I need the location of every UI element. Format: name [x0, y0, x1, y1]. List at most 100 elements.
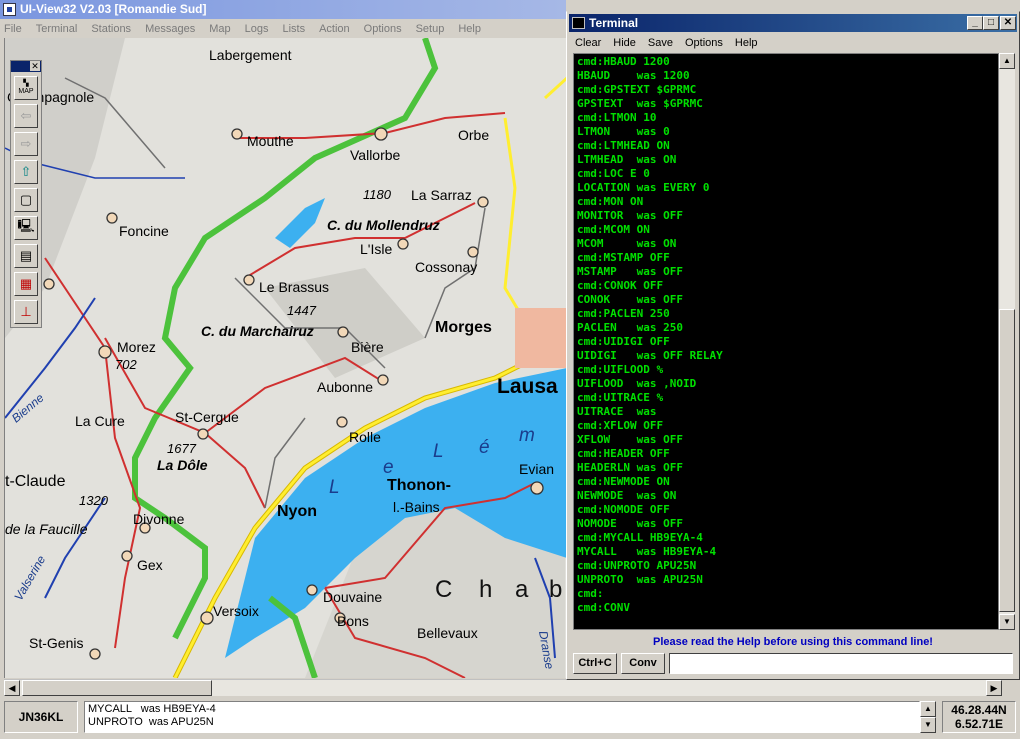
status-bar: JN36KL MYCALL was HB9EYA-4 UNPROTO was A…	[0, 697, 1020, 739]
terminal-line: cmd:LTMHEAD ON	[577, 139, 670, 152]
terminal-line: NOMODE was OFF	[577, 517, 683, 530]
alt-702: 702	[115, 357, 137, 372]
place-morges: Morges	[435, 319, 492, 336]
toolbar-title-bar[interactable]: ✕	[11, 61, 41, 72]
terminal-line: UIFLOOD was ,NOID	[577, 377, 697, 390]
computer-button[interactable]: 🖳	[14, 216, 38, 240]
terminal-scroll-thumb[interactable]	[999, 309, 1015, 612]
alt-1180: 1180	[363, 187, 391, 202]
menu-help[interactable]: Help	[451, 23, 488, 35]
back-button[interactable]: ⇦	[14, 104, 38, 128]
minimize-icon[interactable]: _	[967, 16, 983, 30]
log-scroll-down-icon[interactable]: ▼	[920, 717, 936, 733]
place-rolle: Rolle	[349, 429, 381, 445]
antenna-icon: ⊥	[20, 304, 32, 319]
log-scroll-up-icon[interactable]: ▲	[920, 701, 936, 717]
forward-button[interactable]: ⇨	[14, 132, 38, 156]
menu-options[interactable]: Options	[357, 23, 409, 35]
terminal-title-bar[interactable]: Terminal _ □ ✕	[569, 14, 1017, 32]
terminal-line: cmd:	[577, 587, 604, 600]
terminal-line: cmd:MON ON	[577, 195, 644, 208]
map-view[interactable]: Labergement Champagnole Mouthe Vallorbe …	[4, 38, 567, 678]
menu-terminal[interactable]: Terminal	[29, 23, 85, 35]
place-aubonne: Aubonne	[317, 379, 374, 395]
antenna-button[interactable]: ⊥	[14, 300, 38, 324]
maximize-icon[interactable]: □	[983, 16, 999, 30]
terminal-line: cmd:HEADER OFF	[577, 447, 670, 460]
menu-file[interactable]: File	[0, 23, 29, 35]
main-menu-bar: File Terminal Stations Messages Map Logs…	[0, 19, 566, 38]
terminal-line: cmd:MCOM ON	[577, 223, 650, 236]
menu-stations[interactable]: Stations	[84, 23, 138, 35]
terminal-menu-save[interactable]: Save	[642, 37, 679, 49]
locator-field: JN36KL	[4, 701, 78, 733]
scroll-right-icon[interactable]: ▶	[986, 680, 1002, 696]
terminal-menu-options[interactable]: Options	[679, 37, 729, 49]
conv-button[interactable]: Conv	[621, 653, 665, 674]
terminal-help-text: Please read the Help before using this c…	[653, 636, 933, 648]
place-labergement: Labergement	[209, 47, 292, 63]
terminal-icon[interactable]	[572, 17, 585, 29]
place-thonon: Thonon-	[387, 477, 451, 494]
terminal-line: LTMON was 0	[577, 125, 670, 138]
place-cossonay: Cossonay	[415, 259, 478, 275]
list-button[interactable]: ▤	[14, 244, 38, 268]
terminal-line: MYCALL was HB9EYA-4	[577, 545, 717, 558]
close-icon[interactable]: ✕	[1000, 16, 1016, 30]
map-button[interactable]: ▚ MAP	[14, 76, 38, 100]
terminal-menu-hide[interactable]: Hide	[607, 37, 642, 49]
terminal-line: HEADERLN was OFF	[577, 461, 683, 474]
region-letter-b: b	[549, 576, 567, 603]
place-vallorbe: Vallorbe	[350, 147, 401, 163]
terminal-line: MONITOR was OFF	[577, 209, 683, 222]
menu-logs[interactable]: Logs	[238, 23, 276, 35]
map-icon: ▚	[23, 80, 29, 87]
place-st-claude: t-Claude	[5, 473, 66, 490]
menu-setup[interactable]: Setup	[409, 23, 452, 35]
terminal-vertical-scrollbar[interactable]: ▲ ▼	[999, 53, 1015, 630]
frame-icon: ▢	[19, 192, 33, 207]
menu-lists[interactable]: Lists	[275, 23, 312, 35]
scroll-up-icon[interactable]: ▲	[999, 53, 1015, 69]
longitude: 6.52.71E	[954, 717, 1004, 731]
menu-action[interactable]: Action	[312, 23, 357, 35]
up-button[interactable]: ⇧	[14, 160, 38, 184]
place-bellevaux: Bellevaux	[417, 625, 478, 641]
up-arrow-icon: ⇧	[20, 164, 32, 179]
place-la-cure: La Cure	[75, 413, 125, 429]
menu-messages[interactable]: Messages	[138, 23, 202, 35]
terminal-menu-help[interactable]: Help	[729, 37, 764, 49]
calendar-button[interactable]: ▦	[14, 272, 38, 296]
toolbar-close-icon[interactable]: ✕	[30, 61, 40, 71]
alt-1447: 1447	[287, 303, 316, 318]
frame-button[interactable]: ▢	[14, 188, 38, 212]
ctrl-c-button[interactable]: Ctrl+C	[573, 653, 617, 674]
list-icon: ▤	[19, 248, 33, 263]
terminal-line: NEWMODE was ON	[577, 489, 677, 502]
terminal-line: cmd:MYCALL HB9EYA-4	[577, 531, 703, 544]
lake-letter-3: L	[433, 441, 446, 462]
terminal-title: Terminal	[589, 16, 639, 30]
coordinates-display: 46.28.44N 6.52.71E	[942, 701, 1016, 733]
place-morez: Morez	[117, 339, 156, 355]
map-horizontal-scrollbar[interactable]: ◀ ▶	[4, 679, 1002, 696]
scroll-left-icon[interactable]: ◀	[4, 680, 20, 696]
terminal-line: cmd:UIDIGI OFF	[577, 335, 670, 348]
status-log-scrollbar[interactable]: ▲ ▼	[920, 701, 936, 733]
lake-letter-2: e	[383, 457, 396, 478]
place-st-cergue: St-Cergue	[175, 409, 239, 425]
command-input[interactable]	[669, 653, 1013, 674]
app-icon[interactable]	[3, 3, 16, 16]
terminal-line: LTMHEAD was ON	[577, 153, 677, 166]
status-log[interactable]: MYCALL was HB9EYA-4 UNPROTO was APU25N	[84, 701, 920, 733]
lake-letter-1: L	[329, 477, 342, 498]
terminal-line: MSTAMP was OFF	[577, 265, 683, 278]
menu-map[interactable]: Map	[202, 23, 237, 35]
status-log-line: UNPROTO was APU25N	[88, 716, 214, 728]
map-scroll-thumb[interactable]	[22, 680, 212, 696]
place-faucille: de la Faucille	[5, 521, 88, 537]
terminal-output[interactable]: cmd:HBAUD 1200 HBAUD was 1200 cmd:GPSTEXT …	[573, 53, 999, 630]
scroll-down-icon[interactable]: ▼	[999, 614, 1015, 630]
place-le-brassus: Le Brassus	[259, 279, 330, 295]
terminal-menu-clear[interactable]: Clear	[569, 37, 607, 49]
